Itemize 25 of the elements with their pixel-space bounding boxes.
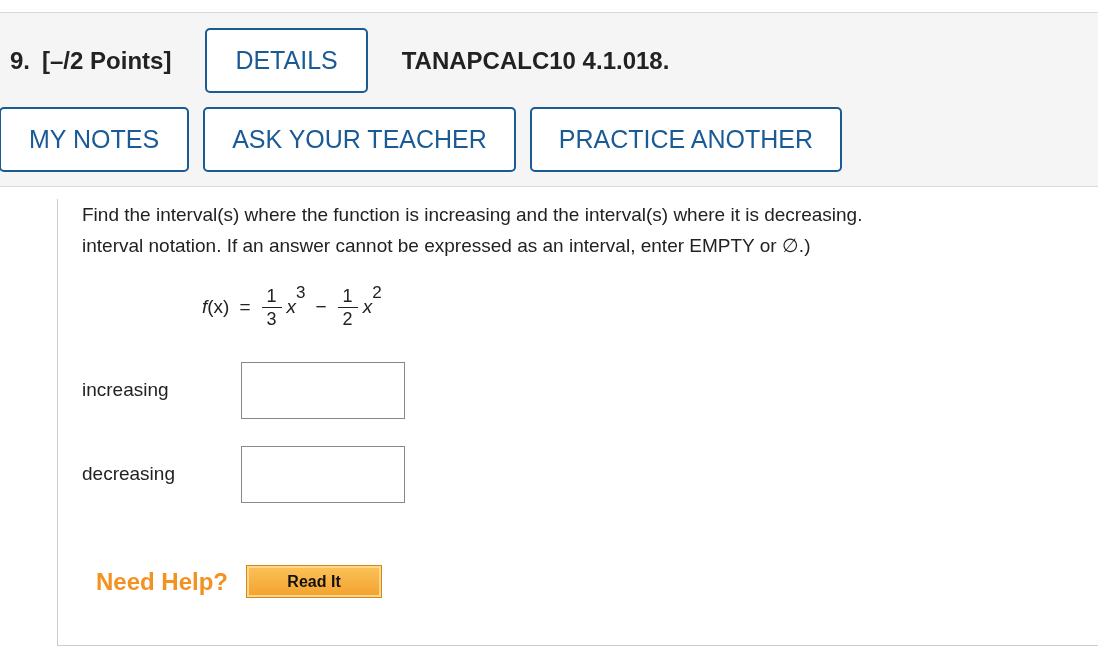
answer-label: decreasing — [82, 463, 176, 485]
action-button[interactable]: ASK YOUR TEACHER — [203, 107, 516, 172]
action-button[interactable]: MY NOTES — [0, 107, 190, 172]
fraction-denominator: 2 — [342, 307, 353, 330]
answer-label: increasing — [82, 379, 170, 401]
fraction-denominator: 3 — [266, 307, 277, 330]
details-button[interactable]: DETAILS — [205, 28, 368, 93]
need-help-label: Need Help? — [96, 567, 229, 596]
read-it-button[interactable]: Read It — [246, 565, 383, 598]
question-number: 9. — [10, 46, 30, 75]
exponent: 3 — [296, 283, 306, 303]
variable: x — [362, 296, 373, 318]
fraction-numerator: 1 — [266, 284, 277, 307]
answer-field[interactable] — [241, 361, 405, 419]
problem-code: TANAPCALC10 4.1.018. — [401, 46, 670, 75]
fraction-numerator: 1 — [342, 284, 353, 307]
answer-field[interactable] — [241, 445, 405, 503]
variable: x — [286, 296, 297, 318]
exponent: 2 — [372, 283, 382, 303]
function-name: f(x) — [202, 296, 230, 318]
action-button[interactable]: PRACTICE ANOTHER — [529, 107, 843, 172]
points-label: [–/2 Points] — [42, 46, 172, 75]
minus-sign: − — [315, 296, 327, 318]
equals-sign: = — [239, 296, 251, 318]
instruction-text: Find the interval(s) where the function is increasing and the interval(s) where it is decreasing. interval notation. If an answer cannot be expressed as an interval, enter EMPTY or ∅.) — [82, 203, 864, 258]
